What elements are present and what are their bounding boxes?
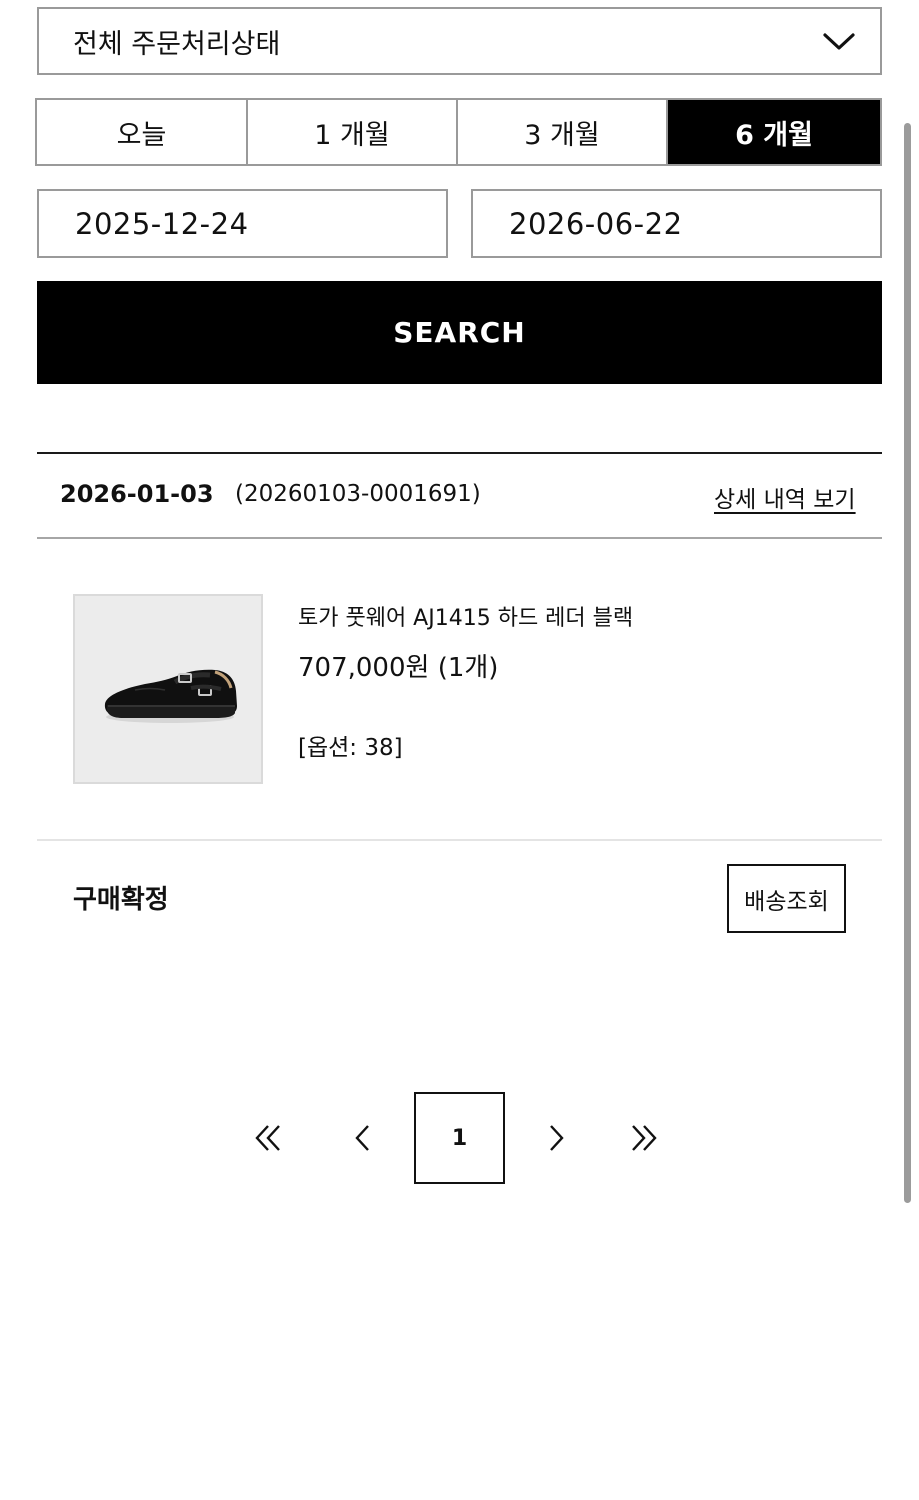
product-option: [옵션: 38] (298, 735, 403, 761)
order-top-divider (37, 452, 882, 454)
end-date-value: 2026-06-22 (509, 206, 683, 241)
period-tab-label: 3 개월 (524, 119, 600, 151)
chevron-right-icon (550, 1125, 564, 1151)
page-number-label: 1 (451, 1125, 468, 1151)
start-date-value: 2025-12-24 (75, 206, 249, 241)
start-date-field[interactable]: 2025-12-24 (37, 189, 448, 258)
double-chevron-left-icon (255, 1125, 280, 1151)
product-thumbnail[interactable] (73, 594, 263, 784)
shoe-icon (104, 669, 237, 723)
order-header-divider (37, 537, 882, 539)
end-date-field[interactable]: 2026-06-22 (471, 189, 882, 258)
vertical-scrollbar[interactable] (904, 123, 911, 1203)
chevron-left-icon (355, 1125, 369, 1151)
period-tab-label: 6 개월 (735, 119, 813, 151)
order-date: 2026-01-03 (60, 480, 214, 508)
track-shipment-button[interactable]: 배송조회 (727, 864, 846, 933)
period-tab-label: 1 개월 (314, 119, 390, 151)
prev-page-button[interactable] (345, 1112, 381, 1164)
period-tab-today[interactable]: 오늘 (37, 100, 248, 164)
period-tab-3-months[interactable]: 3 개월 (458, 100, 668, 164)
product-name[interactable]: 토가 풋웨어 AJ1415 하드 레더 블랙 (298, 600, 633, 632)
order-number: (20260103-0001691) (235, 481, 481, 507)
search-button-label: SEARCH (393, 316, 526, 349)
order-status-divider (37, 839, 882, 841)
double-chevron-right-icon (632, 1125, 657, 1151)
period-tabs: 오늘 1 개월 3 개월 6 개월 (35, 98, 882, 166)
period-tab-label: 오늘 (116, 119, 167, 151)
chevron-down-icon (823, 33, 855, 50)
product-price: 707,000원 (1개) (298, 653, 499, 683)
order-status-select[interactable]: 전체 주문처리상태 (37, 7, 882, 75)
search-button[interactable]: SEARCH (37, 281, 882, 384)
first-page-button[interactable] (246, 1112, 290, 1164)
next-page-button[interactable] (538, 1112, 574, 1164)
order-status-label: 구매확정 (73, 885, 169, 915)
period-tab-6-months[interactable]: 6 개월 (668, 100, 880, 164)
period-tab-1-month[interactable]: 1 개월 (248, 100, 458, 164)
order-status-select-value: 전체 주문처리상태 (73, 28, 281, 60)
track-shipment-label: 배송조회 (744, 888, 829, 915)
page-number-current[interactable]: 1 (414, 1092, 505, 1184)
last-page-button[interactable] (622, 1112, 666, 1164)
order-detail-link[interactable]: 상세 내역 보기 (714, 480, 856, 514)
